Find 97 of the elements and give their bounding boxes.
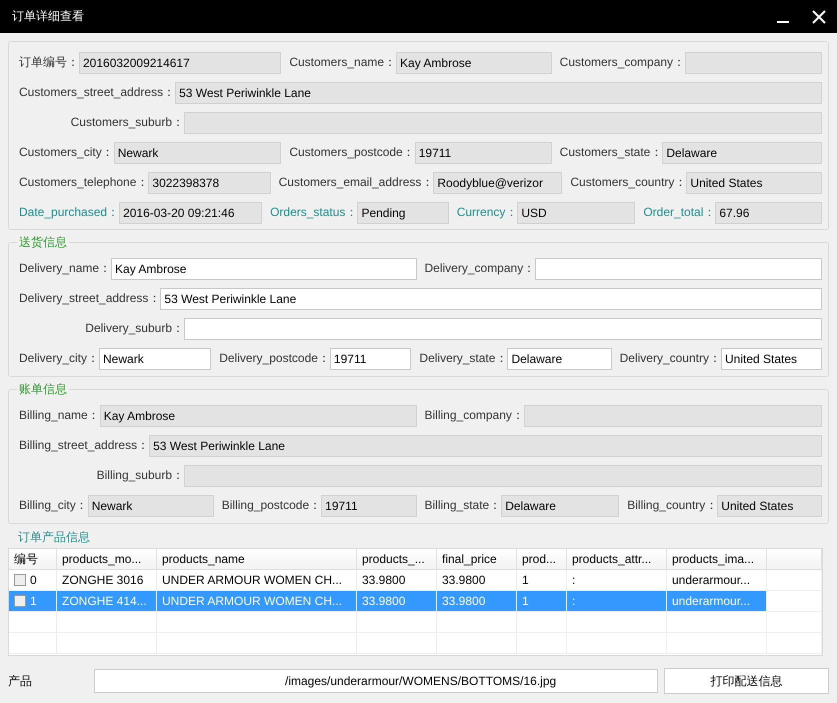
field-label: Customers_email_address： — [278, 174, 434, 191]
field-label: Billing_state： — [424, 497, 502, 514]
field-label: Delivery_street_address： — [19, 290, 160, 307]
group-title: 订单产品信息 — [16, 530, 92, 544]
field-label: Delivery_postcode： — [219, 350, 330, 367]
input-field[interactable]: Delaware — [507, 348, 612, 370]
field-label: Customers_postcode： — [289, 144, 415, 161]
field-label: Customers_country： — [570, 174, 686, 191]
field-label: Billing_postcode： — [222, 497, 322, 514]
field-label: Delivery_company： — [424, 260, 536, 277]
input-field[interactable]: /images/underarmour/WOMENS/BOTTOMS/16.jpg — [94, 669, 658, 693]
table-cell: 33.9800 — [442, 594, 486, 608]
readonly-field[interactable] — [184, 112, 822, 134]
input-field[interactable] — [535, 258, 822, 280]
column-header[interactable]: products_mo... — [57, 549, 157, 570]
readonly-field[interactable]: 2016032009214617 — [79, 52, 282, 74]
column-header[interactable]: prod... — [517, 549, 567, 570]
table-cell: 1 — [522, 594, 529, 608]
input-field[interactable]: United States — [720, 348, 822, 370]
table-cell: 1 — [522, 573, 529, 587]
table-cell: ZONGHE 3016 — [62, 573, 144, 587]
checkbox[interactable] — [14, 574, 26, 586]
readonly-field[interactable]: 53 West Periwinkle Lane — [175, 82, 822, 104]
checkbox[interactable] — [14, 595, 26, 607]
field-label: Orders_status： — [270, 204, 358, 221]
readonly-field[interactable]: Newark — [114, 142, 282, 164]
column-header[interactable]: 编号 — [9, 549, 57, 570]
field-label: Billing_street_address： — [19, 437, 150, 454]
field-label: Delivery_city： — [19, 350, 100, 367]
readonly-field[interactable] — [524, 404, 822, 426]
table-cell: 0 — [30, 573, 37, 587]
readonly-field[interactable]: Pending — [357, 202, 449, 224]
readonly-field[interactable]: 2016-03-20 09:21:46 — [119, 202, 262, 224]
group-title: 送货信息 — [17, 235, 69, 249]
table-cell: : — [572, 594, 576, 608]
field-label: Billing_name： — [19, 407, 100, 424]
table-row[interactable]: 0 ZONGHE 3016 UNDER ARMOUR WOMEN CH... 33.9800 33.9800 1 : underarmour... — [9, 570, 822, 591]
table-cell: ZONGHE 414... — [62, 594, 147, 608]
readonly-field[interactable]: Roodyblue@verizor — [433, 172, 562, 194]
table-cell: 33.9800 — [362, 573, 406, 587]
group-title: 账单信息 — [17, 382, 69, 396]
table-cell: 33.9800 — [362, 594, 406, 608]
input-field[interactable]: 53 West Periwinkle Lane — [160, 288, 822, 310]
table-cell: underarmour... — [672, 573, 750, 587]
readonly-field[interactable]: Kay Ambrose — [100, 404, 416, 426]
field-label: Customers_city： — [19, 144, 114, 161]
field-label: Delivery_name： — [19, 260, 112, 277]
field-label: Order_total： — [643, 204, 716, 221]
input-field[interactable]: 19711 — [330, 348, 412, 370]
table-cell: UNDER ARMOUR WOMEN CH... — [162, 573, 342, 587]
input-field[interactable]: Newark — [99, 348, 212, 370]
readonly-field[interactable]: Newark — [88, 494, 214, 516]
field-label: Date_purchased： — [19, 204, 120, 221]
column-header[interactable]: products_attr... — [567, 549, 667, 570]
field-label: Delivery_country： — [620, 350, 721, 367]
table-cell: 33.9800 — [442, 573, 486, 587]
field-label: Billing_city： — [19, 497, 88, 514]
input-field[interactable]: Kay Ambrose — [111, 258, 416, 280]
field-label: Currency： — [456, 204, 518, 221]
readonly-field[interactable]: 67.96 — [715, 202, 822, 224]
field-label: Customers_suburb： — [70, 114, 184, 131]
readonly-field[interactable]: Delaware — [662, 142, 822, 164]
table-cell: : — [572, 573, 576, 587]
readonly-field[interactable]: 19711 — [414, 142, 552, 164]
table-cell: 1 — [30, 594, 37, 608]
readonly-field[interactable]: USD — [517, 202, 636, 224]
field-label: Billing_country： — [627, 497, 718, 514]
input-field[interactable] — [184, 318, 822, 340]
field-label: Customers_company： — [560, 54, 686, 71]
readonly-field[interactable]: United States — [686, 172, 822, 194]
window-title: 订单详细查看 — [12, 8, 85, 25]
readonly-field[interactable]: 53 West Periwinkle Lane — [149, 434, 822, 456]
field-label: Customers_telephone： — [19, 174, 148, 191]
field-label: Customers_name： — [289, 54, 396, 71]
field-label: 订单编号： — [19, 54, 79, 71]
print-button[interactable]: 打印配送信息 — [664, 668, 829, 694]
column-header[interactable]: final_price — [437, 549, 517, 570]
field-label: Customers_state： — [560, 144, 662, 161]
field-label: Delivery_state： — [419, 350, 508, 367]
readonly-field[interactable]: Delaware — [501, 494, 620, 516]
readonly-field[interactable]: 19711 — [321, 494, 416, 516]
field-label: Delivery_suburb： — [84, 320, 184, 337]
table-cell: UNDER ARMOUR WOMEN CH... — [162, 594, 342, 608]
column-header[interactable]: products_... — [357, 549, 437, 570]
readonly-field[interactable]: United States — [717, 494, 822, 516]
readonly-field[interactable]: Kay Ambrose — [396, 52, 552, 74]
table-cell: underarmour... — [672, 594, 750, 608]
readonly-field[interactable] — [184, 464, 822, 486]
field-label: Billing_suburb： — [96, 467, 184, 484]
readonly-field[interactable]: 3022398378 — [148, 172, 271, 194]
path-label: 产品 — [8, 672, 33, 690]
field-label: Billing_company： — [424, 407, 524, 424]
close-icon[interactable] — [812, 10, 826, 24]
readonly-field[interactable] — [685, 52, 822, 74]
field-label: Customers_street_address： — [19, 84, 176, 101]
column-header[interactable]: products_ima... — [667, 549, 767, 570]
column-header[interactable]: products_name — [157, 549, 357, 570]
